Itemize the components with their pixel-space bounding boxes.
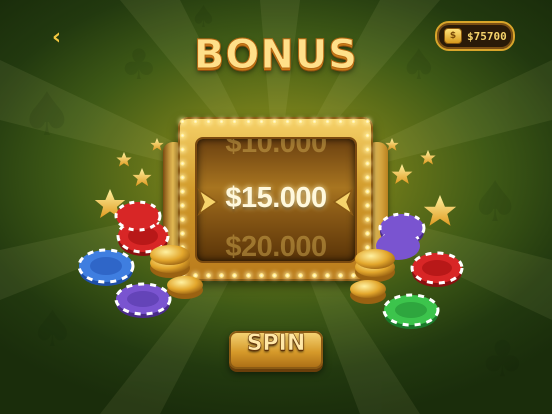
poker-chip-red	[410, 251, 464, 287]
gold-coin-stack	[350, 249, 395, 304]
poker-chip-blue	[77, 248, 135, 286]
poker-chip-purple	[114, 282, 172, 318]
poker-chip-green	[382, 293, 440, 329]
spin-label: SPIN	[246, 331, 306, 357]
bonus-screen: ♠ ♣ ♠ ♠ ♠ ♣ ♠ ‹ $ $75700 BONUS $10.000 $…	[0, 0, 552, 414]
spin-button[interactable]: SPIN	[229, 331, 323, 369]
